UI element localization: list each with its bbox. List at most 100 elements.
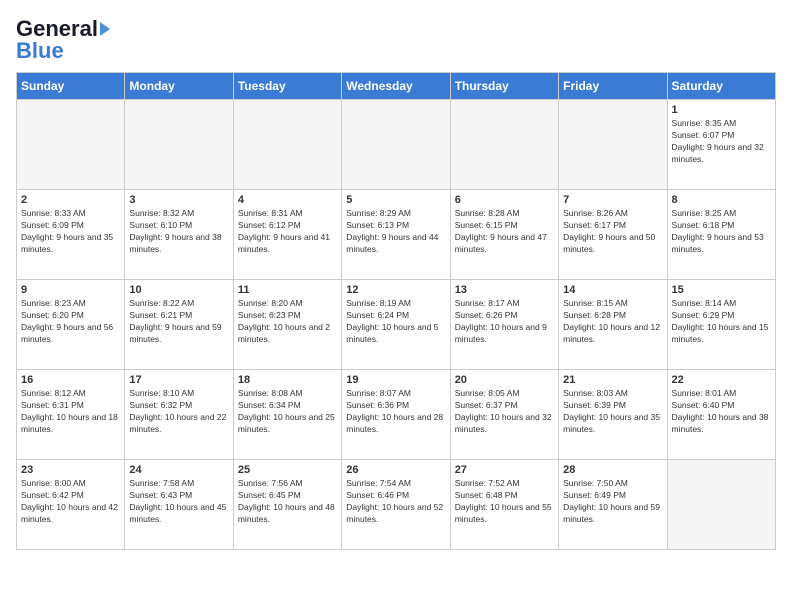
calendar-cell: 3 Sunrise: 8:32 AM Sunset: 6:10 PM Daylig… — [125, 190, 233, 280]
calendar-cell: 12 Sunrise: 8:19 AM Sunset: 6:24 PM Dayli… — [342, 280, 450, 370]
day-info: Sunrise: 8:20 AM Sunset: 6:23 PM Dayligh… — [238, 298, 337, 346]
day-info: Sunrise: 8:15 AM Sunset: 6:28 PM Dayligh… — [563, 298, 662, 346]
day-info: Sunrise: 7:56 AM Sunset: 6:45 PM Dayligh… — [238, 478, 337, 526]
calendar-cell — [233, 100, 341, 190]
day-number: 17 — [129, 374, 228, 386]
calendar-cell: 10 Sunrise: 8:22 AM Sunset: 6:21 PM Dayli… — [125, 280, 233, 370]
day-number: 2 — [21, 194, 120, 206]
day-info: Sunrise: 8:12 AM Sunset: 6:31 PM Dayligh… — [21, 388, 120, 436]
logo-blue-text: Blue — [16, 38, 64, 64]
day-number: 21 — [563, 374, 662, 386]
calendar-cell — [17, 100, 125, 190]
day-number: 5 — [346, 194, 445, 206]
day-info: Sunrise: 8:00 AM Sunset: 6:42 PM Dayligh… — [21, 478, 120, 526]
calendar-cell: 5 Sunrise: 8:29 AM Sunset: 6:13 PM Daylig… — [342, 190, 450, 280]
day-info: Sunrise: 8:33 AM Sunset: 6:09 PM Dayligh… — [21, 208, 120, 256]
calendar-cell: 21Sunrise: 8:03 AM Sunset: 6:39 PM Dayli… — [559, 370, 667, 460]
day-info: Sunrise: 8:07 AM Sunset: 6:36 PM Dayligh… — [346, 388, 445, 436]
day-info: Sunrise: 8:32 AM Sunset: 6:10 PM Dayligh… — [129, 208, 228, 256]
calendar-week-row: 16 Sunrise: 8:12 AM Sunset: 6:31 PM Dayli… — [17, 370, 776, 460]
weekday-header: Saturday — [667, 73, 775, 100]
weekday-header: Friday — [559, 73, 667, 100]
day-info: Sunrise: 8:05 AM Sunset: 6:37 PM Dayligh… — [455, 388, 554, 436]
day-info: Sunrise: 8:26 AM Sunset: 6:17 PM Dayligh… — [563, 208, 662, 256]
calendar-cell: 11 Sunrise: 8:20 AM Sunset: 6:23 PM Dayli… — [233, 280, 341, 370]
day-info: Sunrise: 7:52 AM Sunset: 6:48 PM Dayligh… — [455, 478, 554, 526]
day-number: 19 — [346, 374, 445, 386]
day-info: Sunrise: 8:08 AM Sunset: 6:34 PM Dayligh… — [238, 388, 337, 436]
day-number: 11 — [238, 284, 337, 296]
day-number: 20 — [455, 374, 554, 386]
calendar-week-row: 9 Sunrise: 8:23 AM Sunset: 6:20 PM Daylig… — [17, 280, 776, 370]
day-number: 27 — [455, 464, 554, 476]
weekday-header: Tuesday — [233, 73, 341, 100]
day-info: Sunrise: 8:31 AM Sunset: 6:12 PM Dayligh… — [238, 208, 337, 256]
day-info: Sunrise: 8:22 AM Sunset: 6:21 PM Dayligh… — [129, 298, 228, 346]
calendar-cell: 15 Sunrise: 8:14 AM Sunset: 6:29 PM Dayli… — [667, 280, 775, 370]
calendar-cell: 22 Sunrise: 8:01 AM Sunset: 6:40 PM Dayli… — [667, 370, 775, 460]
day-info: Sunrise: 8:28 AM Sunset: 6:15 PM Dayligh… — [455, 208, 554, 256]
calendar-cell: 25Sunrise: 7:56 AM Sunset: 6:45 PM Dayli… — [233, 460, 341, 550]
day-number: 23 — [21, 464, 120, 476]
calendar-cell: 24Sunrise: 7:58 AM Sunset: 6:43 PM Dayli… — [125, 460, 233, 550]
day-number: 10 — [129, 284, 228, 296]
calendar-week-row: 2 Sunrise: 8:33 AM Sunset: 6:09 PM Daylig… — [17, 190, 776, 280]
calendar-cell: 7 Sunrise: 8:26 AM Sunset: 6:17 PM Daylig… — [559, 190, 667, 280]
calendar-table: SundayMondayTuesdayWednesdayThursdayFrid… — [16, 72, 776, 550]
calendar-cell: 20 Sunrise: 8:05 AM Sunset: 6:37 PM Dayli… — [450, 370, 558, 460]
day-number: 6 — [455, 194, 554, 206]
calendar-week-row: 1 Sunrise: 8:35 AM Sunset: 6:07 PM Daylig… — [17, 100, 776, 190]
logo: General Blue — [16, 16, 110, 64]
day-info: Sunrise: 8:01 AM Sunset: 6:40 PM Dayligh… — [672, 388, 771, 436]
calendar-cell: 14 Sunrise: 8:15 AM Sunset: 6:28 PM Dayli… — [559, 280, 667, 370]
day-info: Sunrise: 8:19 AM Sunset: 6:24 PM Dayligh… — [346, 298, 445, 346]
day-info: Sunrise: 7:58 AM Sunset: 6:43 PM Dayligh… — [129, 478, 228, 526]
day-number: 13 — [455, 284, 554, 296]
day-info: Sunrise: 8:10 AM Sunset: 6:32 PM Dayligh… — [129, 388, 228, 436]
weekday-header-row: SundayMondayTuesdayWednesdayThursdayFrid… — [17, 73, 776, 100]
day-number: 28 — [563, 464, 662, 476]
calendar-cell — [559, 100, 667, 190]
calendar-cell: 27 Sunrise: 7:52 AM Sunset: 6:48 PM Dayli… — [450, 460, 558, 550]
calendar-cell — [125, 100, 233, 190]
calendar-cell: 16 Sunrise: 8:12 AM Sunset: 6:31 PM Dayli… — [17, 370, 125, 460]
day-number: 16 — [21, 374, 120, 386]
calendar-cell: 26Sunrise: 7:54 AM Sunset: 6:46 PM Dayli… — [342, 460, 450, 550]
day-number: 7 — [563, 194, 662, 206]
day-info: Sunrise: 8:14 AM Sunset: 6:29 PM Dayligh… — [672, 298, 771, 346]
calendar-cell: 4 Sunrise: 8:31 AM Sunset: 6:12 PM Daylig… — [233, 190, 341, 280]
calendar-cell: 1 Sunrise: 8:35 AM Sunset: 6:07 PM Daylig… — [667, 100, 775, 190]
calendar-cell: 8 Sunrise: 8:25 AM Sunset: 6:18 PM Daylig… — [667, 190, 775, 280]
day-info: Sunrise: 8:17 AM Sunset: 6:26 PM Dayligh… — [455, 298, 554, 346]
calendar-cell: 28Sunrise: 7:50 AM Sunset: 6:49 PM Dayli… — [559, 460, 667, 550]
day-info: Sunrise: 7:54 AM Sunset: 6:46 PM Dayligh… — [346, 478, 445, 526]
calendar-cell: 18Sunrise: 8:08 AM Sunset: 6:34 PM Dayli… — [233, 370, 341, 460]
day-number: 8 — [672, 194, 771, 206]
calendar-cell: 2 Sunrise: 8:33 AM Sunset: 6:09 PM Daylig… — [17, 190, 125, 280]
day-number: 15 — [672, 284, 771, 296]
day-number: 4 — [238, 194, 337, 206]
day-number: 14 — [563, 284, 662, 296]
weekday-header: Wednesday — [342, 73, 450, 100]
calendar-cell: 9 Sunrise: 8:23 AM Sunset: 6:20 PM Daylig… — [17, 280, 125, 370]
day-number: 3 — [129, 194, 228, 206]
calendar-cell — [667, 460, 775, 550]
day-info: Sunrise: 8:25 AM Sunset: 6:18 PM Dayligh… — [672, 208, 771, 256]
calendar-cell — [450, 100, 558, 190]
weekday-header: Monday — [125, 73, 233, 100]
day-info: Sunrise: 8:29 AM Sunset: 6:13 PM Dayligh… — [346, 208, 445, 256]
calendar-week-row: 23 Sunrise: 8:00 AM Sunset: 6:42 PM Dayli… — [17, 460, 776, 550]
day-number: 22 — [672, 374, 771, 386]
day-number: 1 — [672, 104, 771, 116]
calendar-cell: 13 Sunrise: 8:17 AM Sunset: 6:26 PM Dayli… — [450, 280, 558, 370]
calendar-cell — [342, 100, 450, 190]
day-number: 12 — [346, 284, 445, 296]
calendar-cell: 17 Sunrise: 8:10 AM Sunset: 6:32 PM Dayli… — [125, 370, 233, 460]
day-number: 9 — [21, 284, 120, 296]
logo-arrow-icon — [100, 22, 110, 36]
weekday-header: Thursday — [450, 73, 558, 100]
calendar-cell: 19 Sunrise: 8:07 AM Sunset: 6:36 PM Dayli… — [342, 370, 450, 460]
day-info: Sunrise: 8:35 AM Sunset: 6:07 PM Dayligh… — [672, 118, 771, 166]
day-info: Sunrise: 8:23 AM Sunset: 6:20 PM Dayligh… — [21, 298, 120, 346]
calendar-cell: 23 Sunrise: 8:00 AM Sunset: 6:42 PM Dayli… — [17, 460, 125, 550]
